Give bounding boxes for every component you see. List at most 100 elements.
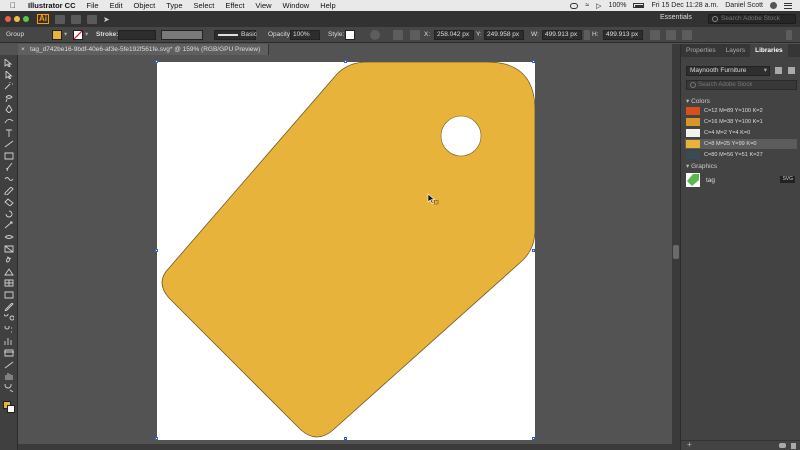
constrain-proportions-icon[interactable]	[584, 30, 590, 40]
edit-contents-icon[interactable]	[682, 30, 692, 40]
magic-wand-tool-icon[interactable]	[4, 82, 14, 90]
library-graphic-item[interactable]: tag SVG	[685, 172, 797, 188]
zoom-tool-icon[interactable]	[4, 383, 14, 392]
line-tool-icon[interactable]	[4, 140, 14, 148]
creative-cloud-icon[interactable]	[570, 2, 579, 9]
app-name-menu[interactable]: Illustrator CC	[28, 1, 76, 10]
isolate-group-icon[interactable]	[666, 30, 676, 40]
canvas[interactable]	[18, 55, 672, 450]
eyedropper-tool-icon[interactable]	[4, 302, 14, 311]
height-field[interactable]: 499.913 px	[603, 30, 643, 40]
menu-edit[interactable]: Edit	[110, 1, 123, 10]
stroke-color-swatch[interactable]	[7, 405, 15, 413]
slice-tool-icon[interactable]	[4, 361, 14, 369]
document-tab[interactable]: × tag_d742be16-9bdf-40e6-af3e-5fe192f561…	[18, 44, 270, 55]
library-color-item[interactable]: C=8 M=25 Y=99 K=0	[685, 139, 797, 149]
graphics-section-header[interactable]: ▾ Graphics	[686, 162, 717, 170]
fill-stroke-swatches[interactable]	[3, 401, 16, 414]
tab-libraries[interactable]: Libraries	[750, 44, 788, 57]
direct-selection-tool-icon[interactable]	[4, 70, 14, 79]
recolor-artwork-icon[interactable]	[370, 30, 380, 40]
stroke-dropdown-icon[interactable]: ▾	[85, 30, 88, 38]
opacity-field[interactable]: 100%	[290, 30, 320, 40]
close-tab-icon[interactable]: ×	[21, 44, 25, 55]
menu-file[interactable]: File	[87, 1, 99, 10]
tab-layers[interactable]: Layers	[721, 44, 751, 57]
gradient-tool-icon[interactable]	[4, 291, 14, 299]
pen-tool-icon[interactable]	[4, 105, 14, 114]
siri-icon[interactable]	[770, 2, 777, 9]
wifi-icon[interactable]: ≈	[585, 2, 589, 9]
blend-tool-icon[interactable]	[4, 314, 14, 322]
paintbrush-tool-icon[interactable]	[4, 163, 14, 172]
colors-section-header[interactable]: ▾ Colors	[686, 97, 710, 105]
resize-handle-bottom-left[interactable]	[155, 437, 158, 440]
vertical-scrollbar[interactable]	[672, 44, 680, 450]
zoom-window-button[interactable]	[23, 16, 29, 22]
grid-view-icon[interactable]	[775, 67, 782, 74]
graphic-style-swatch[interactable]	[345, 30, 355, 40]
resize-handle-top[interactable]	[344, 60, 347, 63]
menu-effect[interactable]: Effect	[225, 1, 244, 10]
fill-swatch[interactable]	[52, 30, 62, 40]
menu-type[interactable]: Type	[166, 1, 182, 10]
minimize-window-button[interactable]	[14, 16, 20, 22]
gpu-performance-icon[interactable]: ➤	[103, 15, 113, 24]
user-name[interactable]: Daniel Scott	[725, 2, 763, 9]
library-color-item[interactable]: C=4 M=2 Y=4 K=0	[685, 128, 797, 138]
notification-center-icon[interactable]	[784, 2, 792, 9]
shape-builder-tool-icon[interactable]	[4, 256, 14, 264]
perspective-grid-tool-icon[interactable]	[4, 267, 14, 276]
library-color-item[interactable]: C=80 M=56 Y=51 K=27	[685, 150, 797, 160]
hand-tool-icon[interactable]	[4, 372, 14, 381]
menu-help[interactable]: Help	[320, 1, 335, 10]
workspace-switcher[interactable]: Essentials	[660, 14, 692, 21]
cloud-sync-icon[interactable]	[779, 443, 786, 448]
transform-icon[interactable]	[650, 30, 660, 40]
resize-handle-top-left[interactable]	[155, 60, 158, 63]
type-tool-icon[interactable]	[4, 129, 14, 137]
fill-dropdown-icon[interactable]: ▾	[64, 30, 67, 38]
library-select[interactable]: Maynooth Furniture ▾	[686, 66, 770, 76]
shaper-tool-icon[interactable]	[4, 175, 14, 183]
library-color-item[interactable]: C=12 M=89 Y=100 K=2	[685, 106, 797, 116]
lasso-tool-icon[interactable]	[4, 94, 14, 102]
scale-tool-icon[interactable]	[4, 221, 14, 229]
menu-select[interactable]: Select	[194, 1, 215, 10]
apple-icon[interactable]: 	[10, 1, 20, 10]
bridge-icon[interactable]	[55, 14, 65, 24]
close-window-button[interactable]	[5, 16, 11, 22]
resize-handle-bottom[interactable]	[344, 437, 347, 440]
list-view-icon[interactable]	[788, 67, 795, 74]
arrange-documents-icon[interactable]	[87, 14, 97, 24]
rectangle-tool-icon[interactable]	[4, 152, 14, 160]
resize-handle-top-right[interactable]	[532, 60, 535, 63]
reference-point-icon[interactable]	[410, 30, 420, 40]
eraser-tool-icon[interactable]	[4, 198, 14, 207]
rotate-tool-icon[interactable]	[4, 210, 14, 218]
library-search-input[interactable]: Search Adobe Stock	[686, 80, 797, 90]
width-tool-icon[interactable]	[4, 233, 14, 241]
add-content-icon[interactable]: +	[687, 440, 692, 449]
tab-properties[interactable]: Properties	[681, 44, 721, 57]
battery-icon[interactable]	[633, 3, 645, 8]
menu-object[interactable]: Object	[134, 1, 156, 10]
stroke-swatch[interactable]	[73, 30, 83, 40]
stroke-weight-field[interactable]	[118, 30, 156, 40]
free-transform-tool-icon[interactable]	[4, 245, 14, 253]
artboard-tool-icon[interactable]	[4, 349, 14, 357]
stock-icon[interactable]	[71, 14, 81, 24]
search-stock-input[interactable]: Search Adobe Stock	[708, 14, 796, 24]
delete-icon[interactable]	[791, 443, 796, 449]
column-graph-tool-icon[interactable]	[4, 337, 14, 346]
artboard[interactable]	[155, 60, 535, 440]
tag-shape[interactable]	[161, 62, 535, 438]
library-color-item[interactable]: C=16 M=38 Y=100 K=1	[685, 117, 797, 127]
tag-artwork[interactable]	[157, 62, 535, 440]
brush-definition-field[interactable]: Basic	[214, 30, 257, 40]
align-icon[interactable]	[393, 30, 403, 40]
resize-handle-left[interactable]	[155, 249, 158, 252]
panel-menu-icon[interactable]	[786, 30, 792, 40]
width-field[interactable]: 499.913 px	[542, 30, 582, 40]
volume-icon[interactable]: ▷	[596, 2, 601, 10]
